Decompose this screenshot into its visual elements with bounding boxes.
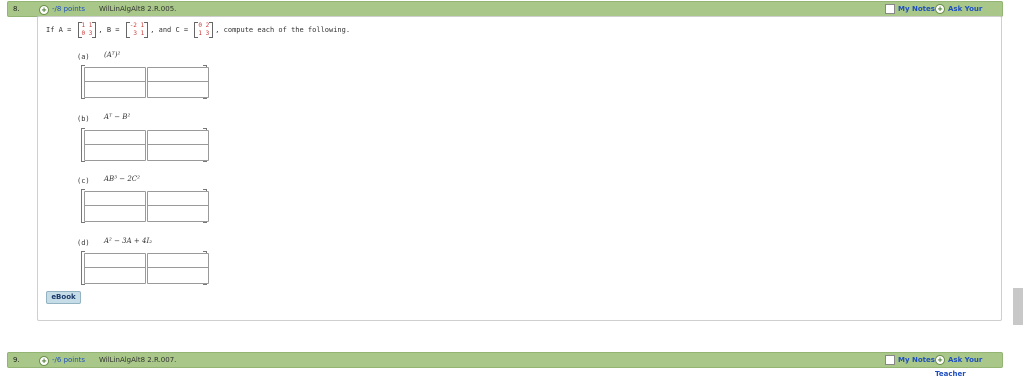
answer-input-c-21[interactable] (84, 205, 146, 222)
checkbox-icon[interactable] (885, 355, 895, 365)
plus-circle-icon: + (935, 4, 945, 14)
answer-input-a-22[interactable] (147, 81, 209, 98)
my-notes-toggle[interactable]: My Notes (885, 353, 935, 367)
part-d-label: (d) (77, 239, 90, 247)
part-a-label: (a) (77, 53, 90, 61)
ask-teacher-link[interactable]: +Ask Your Teacher (935, 353, 1002, 381)
matrix-a: 1 1 0 3 (77, 22, 97, 38)
part-b-label: (b) (77, 115, 90, 123)
expand-plus-icon[interactable]: + (39, 356, 49, 366)
part-c-expression: AB³ − 2C² (104, 175, 140, 183)
part-c-label: (c) (77, 177, 90, 185)
answer-input-b-21[interactable] (84, 144, 146, 161)
problem-prefix: If A = (46, 26, 72, 34)
checkbox-icon[interactable] (885, 4, 895, 14)
answer-input-d-21[interactable] (84, 267, 146, 284)
problem-statement: If A = 1 1 0 3 , B = -2 1 3 1 , and C = … (46, 22, 350, 38)
answer-input-a-21[interactable] (84, 81, 146, 98)
points-link[interactable]: -/6 points (52, 353, 85, 367)
matrix-b-label: , B = (98, 26, 120, 34)
matrix-c: 0 2 1 3 (194, 22, 214, 38)
matrix-c-label: , and C = (150, 26, 189, 34)
expand-plus-icon[interactable]: + (39, 5, 49, 15)
part-b-expression: Aᵀ − B² (104, 113, 131, 121)
my-notes-label[interactable]: My Notes (898, 5, 935, 13)
answer-input-c-22[interactable] (147, 205, 209, 222)
question-code: WilLinAlgAlt8 2.R.007. (99, 356, 177, 364)
problem-suffix: , compute each of the following. (215, 26, 351, 34)
answer-input-b-22[interactable] (147, 144, 209, 161)
my-notes-label[interactable]: My Notes (898, 356, 935, 364)
ebook-button[interactable]: eBook (46, 291, 81, 304)
my-notes-toggle[interactable]: My Notes (885, 2, 935, 16)
question-number: 9. (13, 356, 20, 364)
plus-circle-icon: + (935, 355, 945, 365)
part-a-expression: (Aᵀ)² (104, 51, 121, 59)
part-d-expression: A² − 3A + 4I₂ (104, 237, 153, 245)
answer-matrix-d (81, 251, 209, 285)
matrix-b: -2 1 3 1 (125, 22, 149, 38)
question-header-8: 8. + -/8 points WilLinAlgAlt8 2.R.005. M… (7, 1, 1003, 27)
points-link[interactable]: -/8 points (52, 2, 85, 16)
answer-matrix-b (81, 128, 209, 162)
scrollbar-thumb[interactable] (1013, 288, 1023, 325)
answer-input-d-22[interactable] (147, 267, 209, 284)
question-code: WilLinAlgAlt8 2.R.005. (99, 5, 177, 13)
question-number: 8. (13, 5, 20, 13)
answer-matrix-c (81, 189, 209, 223)
answer-matrix-a (81, 65, 209, 99)
